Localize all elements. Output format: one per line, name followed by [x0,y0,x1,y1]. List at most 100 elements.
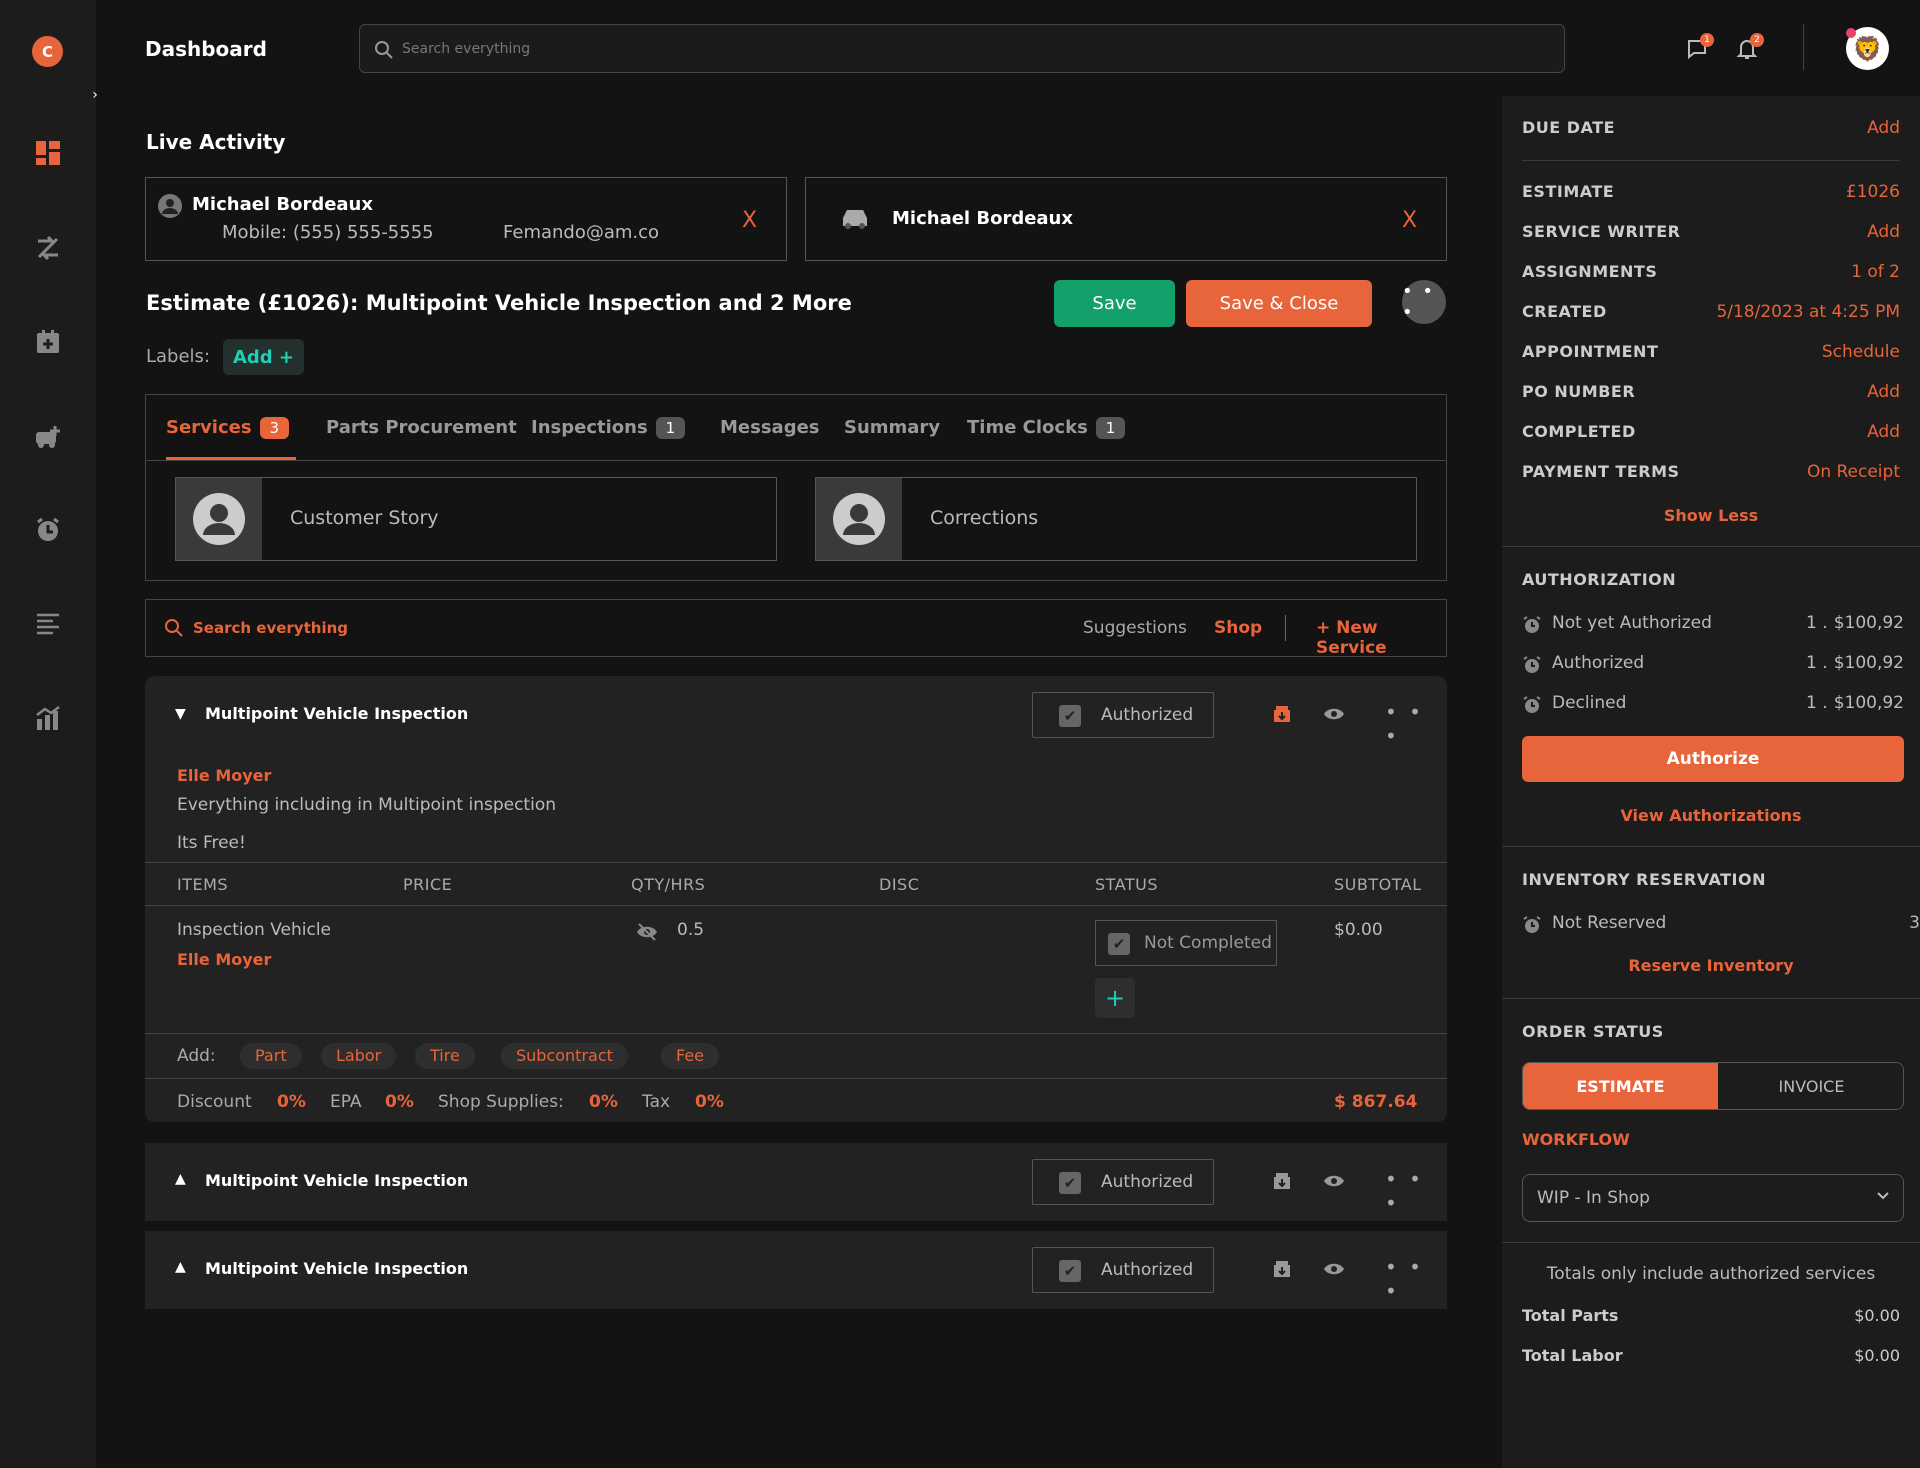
workflow-select[interactable]: WIP - In Shop [1522,1174,1904,1222]
shop-supplies-value[interactable]: 0% [589,1092,618,1112]
close-customer-button[interactable]: X [742,208,757,233]
service-more-button[interactable]: • • • [1385,1167,1447,1215]
global-search [359,24,1565,73]
invoice-toggle-button[interactable]: INVOICE [1718,1063,1903,1109]
alarm-icon [1522,915,1542,935]
add-tire-chip[interactable]: Tire [415,1043,475,1069]
authorized-checkbox[interactable]: ✔ Authorized [1032,1159,1214,1205]
eye-off-icon[interactable] [636,922,658,946]
archive-icon[interactable] [1272,1171,1296,1195]
tab-summary[interactable]: Summary [844,417,940,438]
tab-count: 1 [1095,417,1126,439]
suggestions-link[interactable]: Suggestions [1083,618,1187,638]
tab-parts-procurement[interactable]: Parts Procurement [326,417,517,438]
authorized-checkbox[interactable]: ✔ Authorized [1032,692,1214,738]
nav-alarm-icon[interactable] [32,514,64,546]
epa-value[interactable]: 0% [385,1092,414,1112]
archive-icon[interactable] [1272,1259,1296,1283]
vehicle-card[interactable]: Michael Bordeaux X [805,177,1447,261]
add-labor-chip[interactable]: Labor [321,1043,397,1069]
discount-value[interactable]: 0% [277,1092,306,1112]
authorized-label: Authorized [1101,1172,1194,1192]
authorization-title: AUTHORIZATION [1522,570,1677,589]
assignments-link[interactable]: 1 of 2 [1851,262,1900,282]
authorize-button[interactable]: Authorize [1522,736,1904,782]
save-button[interactable]: Save [1054,280,1175,327]
tab-services[interactable]: Services 3 [166,417,290,439]
view-authorizations-link[interactable]: View Authorizations [1502,806,1920,825]
reserve-inventory-link[interactable]: Reserve Inventory [1502,956,1920,975]
new-service-button[interactable]: + New Service [1316,618,1446,658]
live-activity-title: Live Activity [146,130,286,154]
total-parts-value: $0.00 [1854,1306,1900,1325]
nav-chart-icon[interactable] [32,702,64,734]
add-label-button[interactable]: Add + [223,339,304,375]
eye-icon[interactable] [1323,704,1347,728]
service-title: Multipoint Vehicle Inspection [205,1259,469,1278]
close-vehicle-button[interactable]: X [1402,208,1417,233]
detail-key: APPOINTMENT [1522,342,1659,361]
check-icon: ✔ [1059,1260,1081,1282]
po-number-add-link[interactable]: Add [1867,382,1900,402]
messages-icon[interactable]: 1 [1686,33,1714,60]
add-subcontract-chip[interactable]: Subcontract [501,1043,628,1069]
completed-add-link[interactable]: Add [1867,422,1900,442]
add-item-button[interactable]: + [1095,978,1135,1018]
estimate-toggle-button[interactable]: ESTIMATE [1523,1063,1718,1109]
due-date-add-link[interactable]: Add [1867,118,1900,138]
appointment-schedule-link[interactable]: Schedule [1822,342,1900,362]
nav-vehicle-add-icon[interactable] [32,421,64,453]
active-tab-underline [166,457,296,460]
service-search-input[interactable]: Search everything [193,619,348,637]
page-title: Dashboard [145,37,267,61]
caret-up-icon[interactable]: ▲ [175,1259,186,1275]
customer-card[interactable]: Michael Bordeaux Mobile: (555) 555-5555 … [145,177,787,261]
tab-time-clocks[interactable]: Time Clocks 1 [967,417,1126,439]
service-card-collapsed[interactable]: ▲ Multipoint Vehicle Inspection ✔ Author… [145,1143,1447,1221]
technician-name[interactable]: Elle Moyer [177,766,271,785]
authorized-checkbox[interactable]: ✔ Authorized [1032,1247,1214,1293]
search-input[interactable] [402,37,1502,61]
shop-link[interactable]: Shop [1214,618,1262,638]
auth-row-amount: $100,92 [1833,693,1904,713]
service-more-button[interactable]: • • • [1385,1255,1447,1303]
auth-row-count: 1 . [1806,613,1828,633]
items-table-header: ITEMS PRICE QTY/HRS DISC STATUS SUBTOTAL [145,862,1447,906]
app-logo[interactable]: C [32,36,63,67]
eye-icon[interactable] [1323,1259,1347,1283]
caret-up-icon[interactable]: ▲ [175,1171,186,1187]
service-card-collapsed[interactable]: ▲ Multipoint Vehicle Inspection ✔ Author… [145,1231,1447,1309]
customer-story-label: Customer Story [290,507,439,529]
nav-transfer-icon[interactable] [32,232,64,264]
service-header[interactable]: ▼ Multipoint Vehicle Inspection ✔ Author… [145,676,1447,754]
caret-down-icon[interactable]: ▼ [175,706,186,722]
service-writer-add-link[interactable]: Add [1867,222,1900,242]
archive-icon[interactable] [1272,704,1296,728]
not-completed-checkbox[interactable]: ✔ Not Completed [1095,920,1277,966]
show-less-link[interactable]: Show Less [1502,506,1920,525]
add-part-chip[interactable]: Part [240,1043,302,1069]
more-options-button[interactable]: • • • [1402,280,1446,324]
item-technician[interactable]: Elle Moyer [177,950,271,969]
col-status: STATUS [1095,875,1159,894]
bell-icon[interactable]: 2 [1736,33,1764,60]
nav-list-icon[interactable] [32,608,64,640]
inventory-title: INVENTORY RESERVATION [1522,870,1766,889]
customer-email: Femando@am.co [503,222,660,243]
customer-story-field[interactable]: Customer Story [175,477,777,561]
add-fee-chip[interactable]: Fee [661,1043,720,1069]
payment-terms-link[interactable]: On Receipt [1807,462,1900,482]
service-header[interactable]: ▲ Multipoint Vehicle Inspection ✔ Author… [145,1231,1447,1309]
tax-value[interactable]: 0% [695,1092,724,1112]
service-more-button[interactable]: • • • [1385,700,1447,748]
tab-messages[interactable]: Messages [720,417,820,438]
corrections-field[interactable]: Corrections [815,477,1417,561]
item-subtotal: $0.00 [1334,920,1383,940]
nav-dashboard-icon[interactable] [32,137,64,169]
tab-count: 3 [259,417,290,439]
save-close-button[interactable]: Save & Close [1186,280,1372,327]
nav-calendar-icon[interactable] [32,326,64,358]
service-header[interactable]: ▲ Multipoint Vehicle Inspection ✔ Author… [145,1143,1447,1221]
eye-icon[interactable] [1323,1171,1347,1195]
tab-inspections[interactable]: Inspections 1 [531,417,686,439]
